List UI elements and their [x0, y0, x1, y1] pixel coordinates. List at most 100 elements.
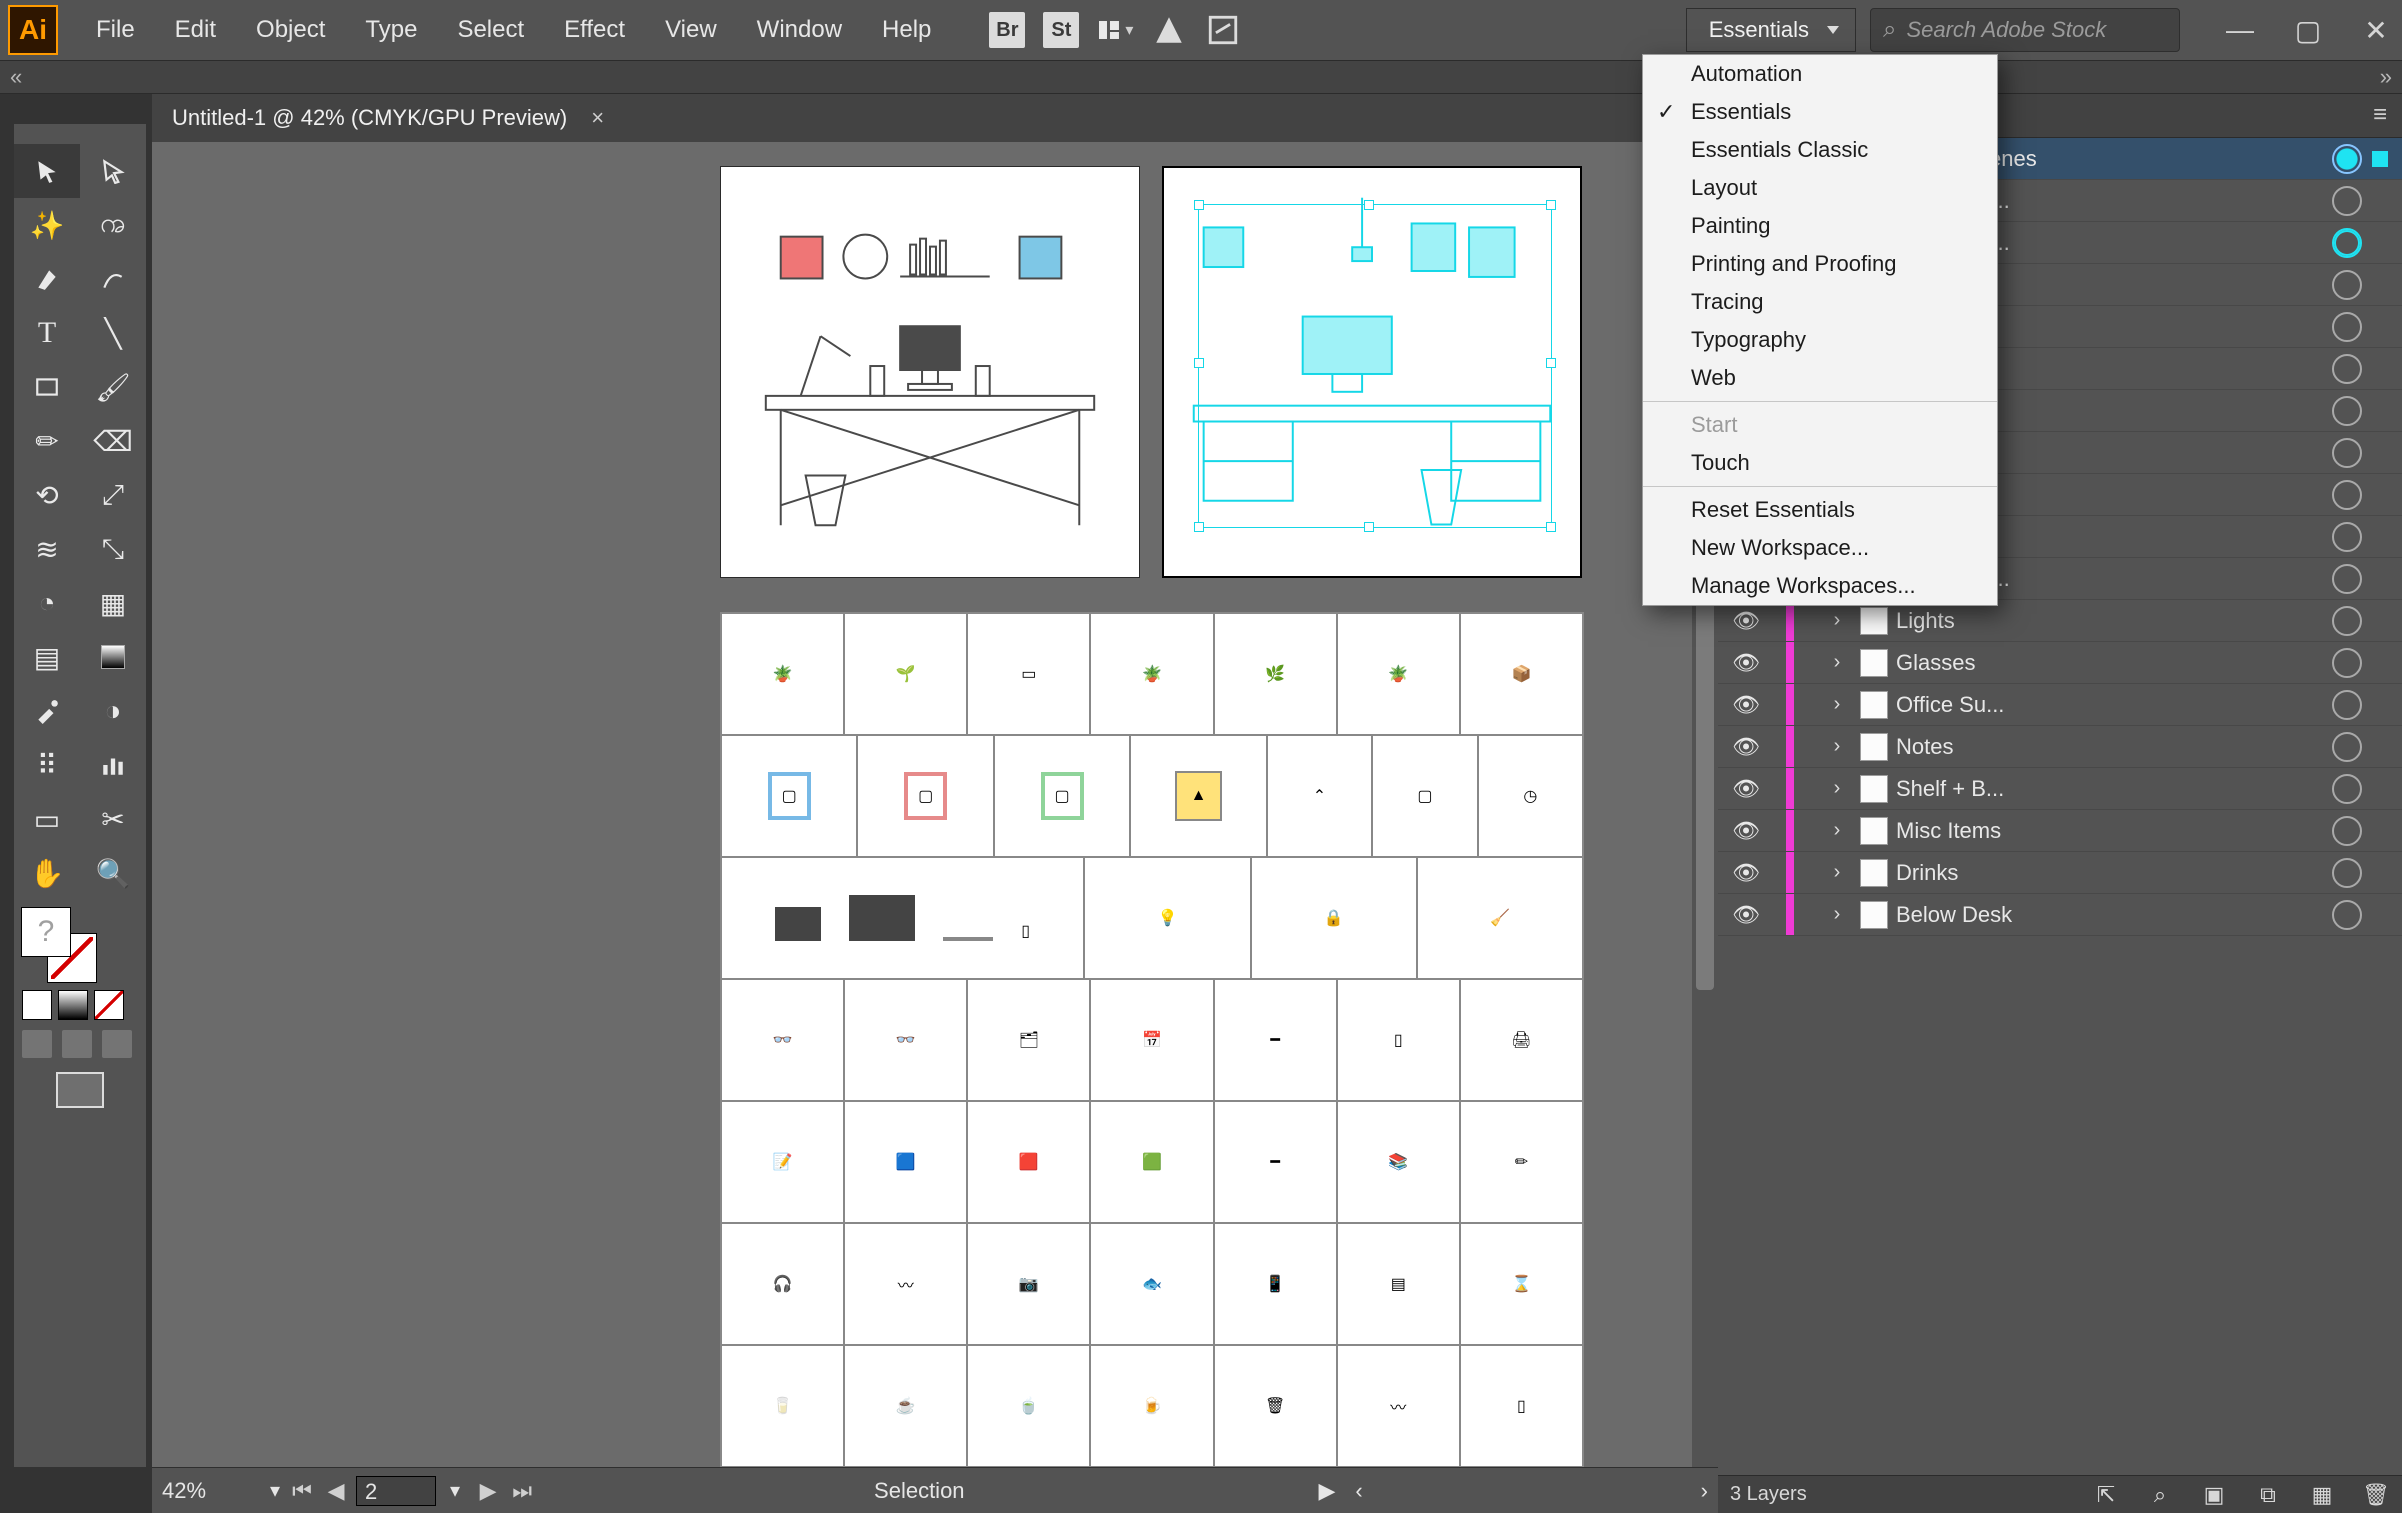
- artboard-menu-chevron-icon[interactable]: ▾: [450, 1478, 460, 1503]
- menu-select[interactable]: Select: [439, 10, 542, 50]
- delete-layer-icon[interactable]: 🗑: [2362, 1482, 2390, 1508]
- layer-visibility-toggle[interactable]: 👁: [1718, 608, 1774, 634]
- workspace-menu-item[interactable]: Automation: [1643, 55, 1997, 93]
- screen-mode-button[interactable]: [56, 1072, 104, 1108]
- zoom-menu-chevron-icon[interactable]: ▾: [270, 1478, 280, 1503]
- collapse-left-icon[interactable]: «: [10, 64, 22, 90]
- line-segment-tool[interactable]: ╲: [80, 306, 146, 360]
- tools-panel-grip[interactable]: [14, 124, 146, 144]
- layer-name[interactable]: Misc Items: [1896, 818, 2328, 844]
- workspace-switcher-button[interactable]: Essentials: [1686, 8, 1856, 52]
- blend-tool[interactable]: ◑: [80, 684, 146, 738]
- layer-target-icon[interactable]: [2332, 312, 2362, 342]
- slice-tool[interactable]: ✂: [80, 792, 146, 846]
- menu-edit[interactable]: Edit: [157, 10, 234, 50]
- layer-target-icon[interactable]: [2332, 144, 2362, 174]
- bridge-icon[interactable]: Br: [989, 12, 1025, 48]
- layer-target-icon[interactable]: [2332, 354, 2362, 384]
- window-maximize-button[interactable]: ▢: [2290, 14, 2326, 47]
- direct-selection-tool[interactable]: [80, 144, 146, 198]
- new-sublayer-icon[interactable]: ⧉: [2254, 1482, 2282, 1508]
- menu-window[interactable]: Window: [739, 10, 860, 50]
- layer-visibility-toggle[interactable]: 👁: [1718, 692, 1774, 718]
- layer-target-icon[interactable]: [2332, 732, 2362, 762]
- layer-target-icon[interactable]: [2332, 228, 2362, 258]
- artboard-tool[interactable]: ▭: [14, 792, 80, 846]
- workspace-menu-item[interactable]: Printing and Proofing: [1643, 245, 1997, 283]
- new-layer-icon[interactable]: ▦: [2308, 1482, 2336, 1508]
- stock-icon[interactable]: St: [1043, 12, 1079, 48]
- paintbrush-tool[interactable]: 🖌: [80, 360, 146, 414]
- workspace-menu-item[interactable]: Tracing: [1643, 283, 1997, 321]
- layer-name[interactable]: Office Su...: [1896, 692, 2328, 718]
- menu-file[interactable]: File: [78, 10, 153, 50]
- hand-tool[interactable]: ✋: [14, 846, 80, 900]
- menu-effect[interactable]: Effect: [546, 10, 643, 50]
- gradient-tool[interactable]: [80, 630, 146, 684]
- next-artboard-button[interactable]: ▶: [474, 1478, 502, 1504]
- layer-target-icon[interactable]: [2332, 480, 2362, 510]
- workspace-menu-item[interactable]: Painting: [1643, 207, 1997, 245]
- layer-row[interactable]: 👁›Lights: [1718, 600, 2402, 642]
- shape-builder-tool[interactable]: ◔: [14, 576, 80, 630]
- none-mode-button[interactable]: [94, 990, 124, 1020]
- draw-behind-button[interactable]: [62, 1030, 92, 1058]
- curvature-tool[interactable]: [80, 252, 146, 306]
- layer-name[interactable]: Below Desk: [1896, 902, 2328, 928]
- zoom-tool[interactable]: 🔍: [80, 846, 146, 900]
- workspace-menu-item[interactable]: New Workspace...: [1643, 529, 1997, 567]
- gpu-icon[interactable]: [1151, 12, 1187, 48]
- workspace-menu-item[interactable]: Web: [1643, 359, 1997, 397]
- eyedropper-tool[interactable]: [14, 684, 80, 738]
- chevron-right-icon[interactable]: ›: [1822, 735, 1852, 758]
- layer-target-icon[interactable]: [2332, 816, 2362, 846]
- locate-object-icon[interactable]: ⇱: [2092, 1482, 2120, 1508]
- layer-row[interactable]: 👁 › Office Su...: [1718, 684, 2402, 726]
- layer-target-icon[interactable]: [2332, 396, 2362, 426]
- window-minimize-button[interactable]: —: [2222, 14, 2258, 47]
- chevron-right-icon[interactable]: ›: [1822, 861, 1852, 884]
- rotate-tool[interactable]: ⟲: [14, 468, 80, 522]
- last-artboard-button[interactable]: ⏭: [508, 1478, 536, 1504]
- layer-target-icon[interactable]: [2332, 858, 2362, 888]
- first-artboard-button[interactable]: ⏮: [288, 1478, 316, 1504]
- selection-tool[interactable]: [14, 144, 80, 198]
- layer-row[interactable]: 👁›Below Desk: [1718, 894, 2402, 936]
- layer-target-icon[interactable]: [2332, 522, 2362, 552]
- workspace-menu-item[interactable]: Typography: [1643, 321, 1997, 359]
- layer-target-icon[interactable]: [2332, 186, 2362, 216]
- layer-name[interactable]: Glasses: [1896, 650, 2328, 676]
- layer-visibility-toggle[interactable]: 👁: [1718, 776, 1774, 802]
- arrange-documents-icon[interactable]: ▾: [1097, 12, 1133, 48]
- workspace-menu-item[interactable]: Layout: [1643, 169, 1997, 207]
- gradient-mode-button[interactable]: [58, 990, 88, 1020]
- layer-row[interactable]: 👁›Misc Items: [1718, 810, 2402, 852]
- panel-menu-icon[interactable]: ≡: [2358, 101, 2402, 137]
- layer-name[interactable]: Notes: [1896, 734, 2328, 760]
- workspace-menu-item[interactable]: Essentials Classic: [1643, 131, 1997, 169]
- mesh-tool[interactable]: ▤: [14, 630, 80, 684]
- layer-target-icon[interactable]: [2332, 564, 2362, 594]
- workspace-menu-item[interactable]: Reset Essentials: [1643, 491, 1997, 529]
- layer-target-icon[interactable]: [2332, 774, 2362, 804]
- symbol-sprayer-tool[interactable]: ⠿: [14, 738, 80, 792]
- collapse-right-icon[interactable]: »: [2380, 64, 2392, 90]
- layer-visibility-toggle[interactable]: 👁: [1718, 818, 1774, 844]
- scale-tool[interactable]: ⤢: [80, 468, 146, 522]
- chevron-right-icon[interactable]: ›: [1822, 903, 1852, 926]
- preferences-icon[interactable]: [1205, 12, 1241, 48]
- draw-inside-button[interactable]: [102, 1030, 132, 1058]
- layer-target-icon[interactable]: [2332, 648, 2362, 678]
- chevron-right-icon[interactable]: ›: [1822, 651, 1852, 674]
- workspace-menu-item[interactable]: Manage Workspaces...: [1643, 567, 1997, 605]
- type-tool[interactable]: T: [14, 306, 80, 360]
- layer-target-icon[interactable]: [2332, 900, 2362, 930]
- fill-swatch[interactable]: ?: [22, 908, 70, 956]
- layer-visibility-toggle[interactable]: 👁: [1718, 650, 1774, 676]
- draw-normal-button[interactable]: [22, 1030, 52, 1058]
- workspace-menu-item[interactable]: Touch: [1643, 444, 1997, 482]
- chevron-right-icon[interactable]: ›: [1822, 693, 1852, 716]
- column-graph-tool[interactable]: [80, 738, 146, 792]
- layer-target-icon[interactable]: [2332, 270, 2362, 300]
- zoom-display[interactable]: 42%: [162, 1478, 262, 1504]
